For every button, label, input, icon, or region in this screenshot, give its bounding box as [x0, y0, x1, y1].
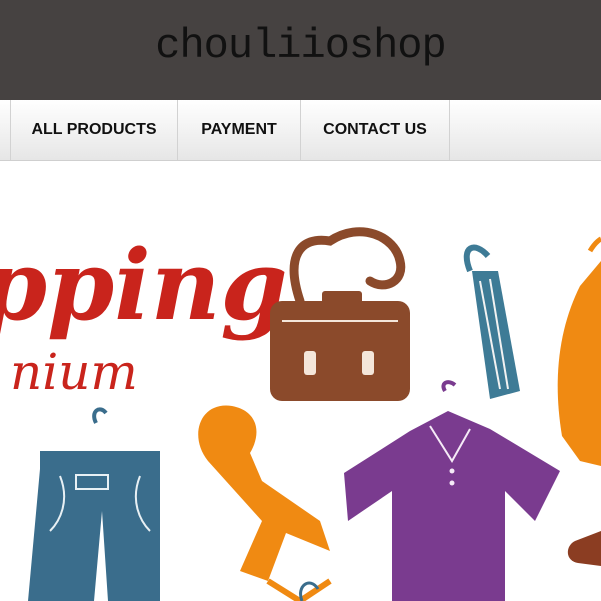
nav-divider	[0, 100, 11, 160]
site-title[interactable]: chouliioshop	[0, 22, 601, 70]
site-header: chouliioshop	[0, 0, 601, 100]
hand-icon	[567, 531, 601, 566]
banner-script-text: pping	[0, 229, 288, 342]
nav-payment[interactable]: PAYMENT	[178, 100, 301, 160]
nav-all-products[interactable]: ALL PRODUCTS	[11, 100, 178, 160]
polo-shirt-icon	[344, 380, 560, 601]
banner-script-subtext: nium	[10, 343, 138, 401]
banner-illustration: pping nium	[0, 227, 601, 601]
briefcase-icon	[270, 227, 410, 401]
jeans-icon	[28, 407, 160, 601]
main-nav: ALL PRODUCTS PAYMENT CONTACT US	[0, 100, 601, 161]
umbrella-icon	[463, 244, 520, 399]
nav-contact-us[interactable]: CONTACT US	[301, 100, 450, 160]
scarf-icon	[198, 405, 332, 601]
hero-banner[interactable]: pping nium	[0, 161, 601, 601]
sweater-icon	[557, 236, 601, 466]
